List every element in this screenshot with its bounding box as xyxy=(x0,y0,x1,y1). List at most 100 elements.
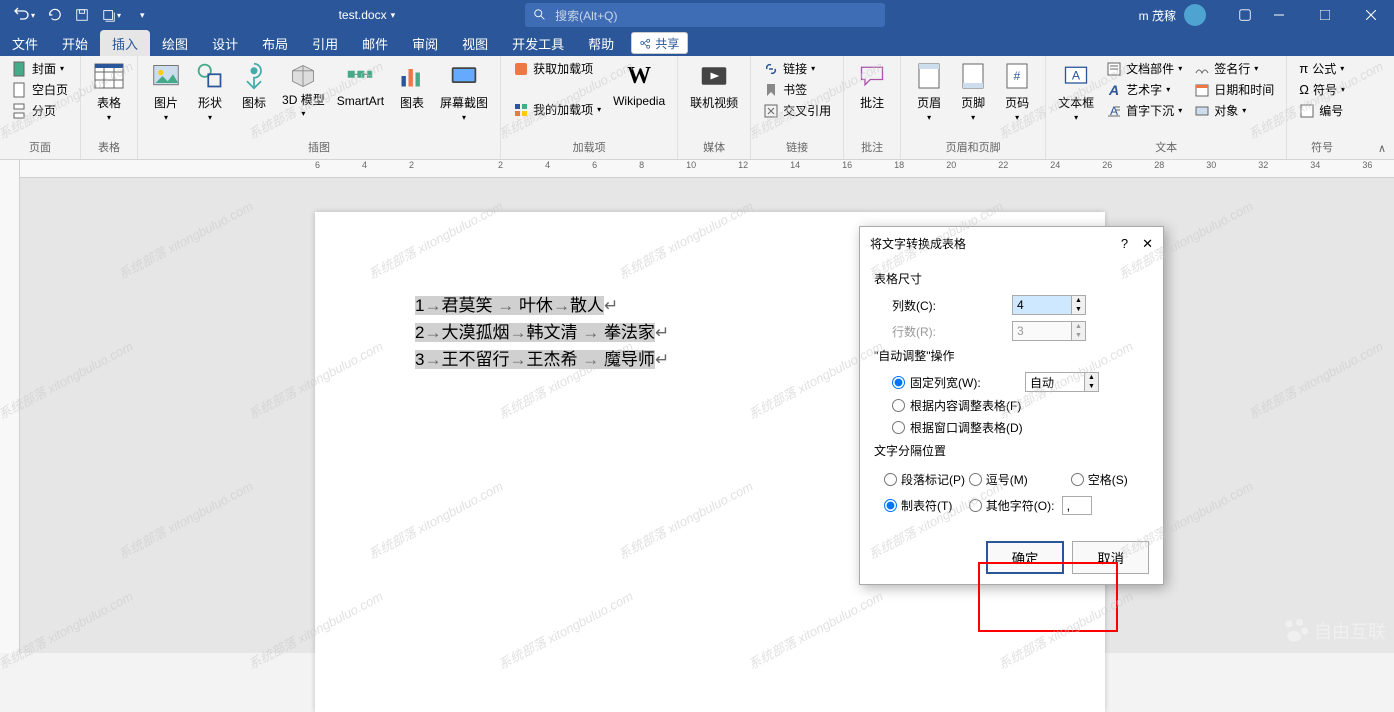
tab-references[interactable]: 引用 xyxy=(300,30,350,56)
customize-qat-button[interactable]: ▾ xyxy=(96,4,127,26)
tab-draw[interactable]: 绘图 xyxy=(150,30,200,56)
group-symbols: π 公式 ▾ Ω 符号 ▾ 编号 符号 xyxy=(1287,56,1357,159)
user-name[interactable]: m 茂稼 xyxy=(1139,7,1176,24)
symbol-button[interactable]: Ω 符号 ▾ xyxy=(1295,79,1349,100)
space-label[interactable]: 空格(S) xyxy=(1088,471,1128,488)
table-button[interactable]: 表格▾ xyxy=(89,58,129,124)
table-size-section: 表格尺寸 xyxy=(874,270,1149,287)
tab-help[interactable]: 帮助 xyxy=(576,30,626,56)
cover-page-button[interactable]: 封面 ▾ xyxy=(8,58,72,79)
minimize-button[interactable] xyxy=(1256,0,1302,30)
para-radio[interactable] xyxy=(884,473,897,486)
bookmark-button[interactable]: 书签 xyxy=(759,79,835,100)
header-button[interactable]: 页眉▾ xyxy=(909,58,949,124)
qat-more-button[interactable]: ▾ xyxy=(134,6,151,25)
group-illustrations: 图片▾ 形状▾ 图标 3D 模型▾ SmartArt 图表 屏幕截图▾ 插图 xyxy=(138,56,501,159)
fit-content-radio[interactable] xyxy=(892,399,905,412)
3d-model-button[interactable]: 3D 模型▾ xyxy=(278,58,329,120)
shapes-button[interactable]: 形状▾ xyxy=(190,58,230,124)
other-radio[interactable] xyxy=(969,499,982,512)
share-label: 共享 xyxy=(655,35,679,52)
cols-down[interactable]: ▼ xyxy=(1072,305,1085,314)
tab-mail[interactable]: 邮件 xyxy=(350,30,400,56)
dropcap-button[interactable]: A首字下沉 ▾ xyxy=(1102,100,1186,121)
search-box[interactable]: 搜索(Alt+Q) xyxy=(525,3,885,27)
tab-file[interactable]: 文件 xyxy=(0,30,50,56)
collapse-ribbon-button[interactable]: ∧ xyxy=(1378,142,1386,155)
pagenum-button[interactable]: #页码▾ xyxy=(997,58,1037,124)
dialog-close-button[interactable]: ✕ xyxy=(1142,236,1153,252)
tab-design[interactable]: 设计 xyxy=(200,30,250,56)
cancel-button[interactable]: 取消 xyxy=(1072,541,1149,574)
tab-layout[interactable]: 布局 xyxy=(250,30,300,56)
tab-insert[interactable]: 插入 xyxy=(100,30,150,56)
link-button[interactable]: 链接 ▾ xyxy=(759,58,835,79)
fit-window-radio[interactable] xyxy=(892,421,905,434)
share-button[interactable]: 共享 xyxy=(631,32,688,54)
other-label[interactable]: 其他字符(O): xyxy=(986,497,1055,514)
textbox-button[interactable]: A文本框▾ xyxy=(1054,58,1098,124)
fixed-width-spinner[interactable]: ▲▼ xyxy=(1025,372,1101,392)
fixed-width-label[interactable]: 固定列宽(W): xyxy=(910,374,1020,391)
footer-button[interactable]: 页脚▾ xyxy=(953,58,993,124)
maximize-button[interactable] xyxy=(1302,0,1348,30)
number-button[interactable]: 编号 xyxy=(1295,100,1349,121)
dialog-help-button[interactable]: ? xyxy=(1121,236,1128,252)
dialog-titlebar: 将文字转换成表格 ? ✕ xyxy=(860,227,1163,260)
cols-label: 列数(C): xyxy=(892,297,1012,314)
tab-review[interactable]: 审阅 xyxy=(400,30,450,56)
tab-label[interactable]: 制表符(T) xyxy=(901,497,952,514)
quickparts-button[interactable]: 文档部件 ▾ xyxy=(1102,58,1186,79)
cols-input[interactable] xyxy=(1012,295,1072,315)
cols-up[interactable]: ▲ xyxy=(1072,296,1085,305)
ribbon-display-icon[interactable] xyxy=(1238,8,1252,22)
tab-home[interactable]: 开始 xyxy=(50,30,100,56)
tab-view[interactable]: 视图 xyxy=(450,30,500,56)
pictures-button[interactable]: 图片▾ xyxy=(146,58,186,124)
wikipedia-button[interactable]: WWikipedia xyxy=(609,58,669,110)
editing-area[interactable]: 64224681012141618202224262830323436 1→君莫… xyxy=(20,160,1394,653)
tab-devtools[interactable]: 开发工具 xyxy=(500,30,576,56)
tab-radio[interactable] xyxy=(884,499,897,512)
crossref-button[interactable]: 交叉引用 xyxy=(759,100,835,121)
comment-button[interactable]: 批注 xyxy=(852,58,892,113)
user-avatar[interactable] xyxy=(1184,4,1206,26)
ribbon-tabs: 文件 开始 插入 绘图 设计 布局 引用 邮件 审阅 视图 开发工具 帮助 共享 xyxy=(0,30,1394,56)
comma-radio[interactable] xyxy=(969,473,982,486)
save-button[interactable] xyxy=(69,4,95,26)
ok-button[interactable]: 确定 xyxy=(986,541,1065,574)
wordart-button[interactable]: A艺术字 ▾ xyxy=(1102,79,1186,100)
get-addins-button[interactable]: 获取加载项 xyxy=(509,58,605,79)
svg-text:A: A xyxy=(1108,82,1119,98)
space-radio[interactable] xyxy=(1071,473,1084,486)
group-addins-label: 加载项 xyxy=(509,137,669,157)
close-window-button[interactable] xyxy=(1348,0,1394,30)
signature-button[interactable]: 签名行 ▾ xyxy=(1190,58,1278,79)
fixed-width-radio[interactable] xyxy=(892,376,905,389)
online-video-button[interactable]: 联机视频 xyxy=(686,58,742,113)
fit-window-label[interactable]: 根据窗口调整表格(D) xyxy=(910,419,1023,436)
icons-button[interactable]: 图标 xyxy=(234,58,274,113)
fixed-width-input[interactable] xyxy=(1025,372,1085,392)
my-addins-button[interactable]: 我的加载项 ▾ xyxy=(509,99,605,120)
other-char-input[interactable] xyxy=(1062,496,1092,515)
rows-label: 行数(R): xyxy=(892,323,1012,340)
para-label[interactable]: 段落标记(P) xyxy=(901,471,965,488)
redo-button[interactable] xyxy=(42,4,68,26)
comma-label[interactable]: 逗号(M) xyxy=(986,471,1028,488)
cols-spinner[interactable]: ▲▼ xyxy=(1012,295,1088,315)
datetime-button[interactable]: 日期和时间 xyxy=(1190,79,1278,100)
fit-content-label[interactable]: 根据内容调整表格(F) xyxy=(910,397,1021,414)
group-pages-label: 页面 xyxy=(8,137,72,157)
group-links-label: 链接 xyxy=(759,137,835,157)
object-button[interactable]: 对象 ▾ xyxy=(1190,100,1278,121)
screenshot-button[interactable]: 屏幕截图▾ xyxy=(436,58,492,124)
document-title-text: test.docx xyxy=(339,8,387,22)
blank-page-button[interactable]: 空白页 xyxy=(8,79,72,100)
group-media-label: 媒体 xyxy=(686,137,742,157)
undo-button[interactable]: ▾ xyxy=(8,3,41,27)
page-break-button[interactable]: 分页 xyxy=(8,100,72,121)
smartart-button[interactable]: SmartArt xyxy=(333,58,388,110)
chart-button[interactable]: 图表 xyxy=(392,58,432,113)
equation-button[interactable]: π 公式 ▾ xyxy=(1295,58,1349,79)
